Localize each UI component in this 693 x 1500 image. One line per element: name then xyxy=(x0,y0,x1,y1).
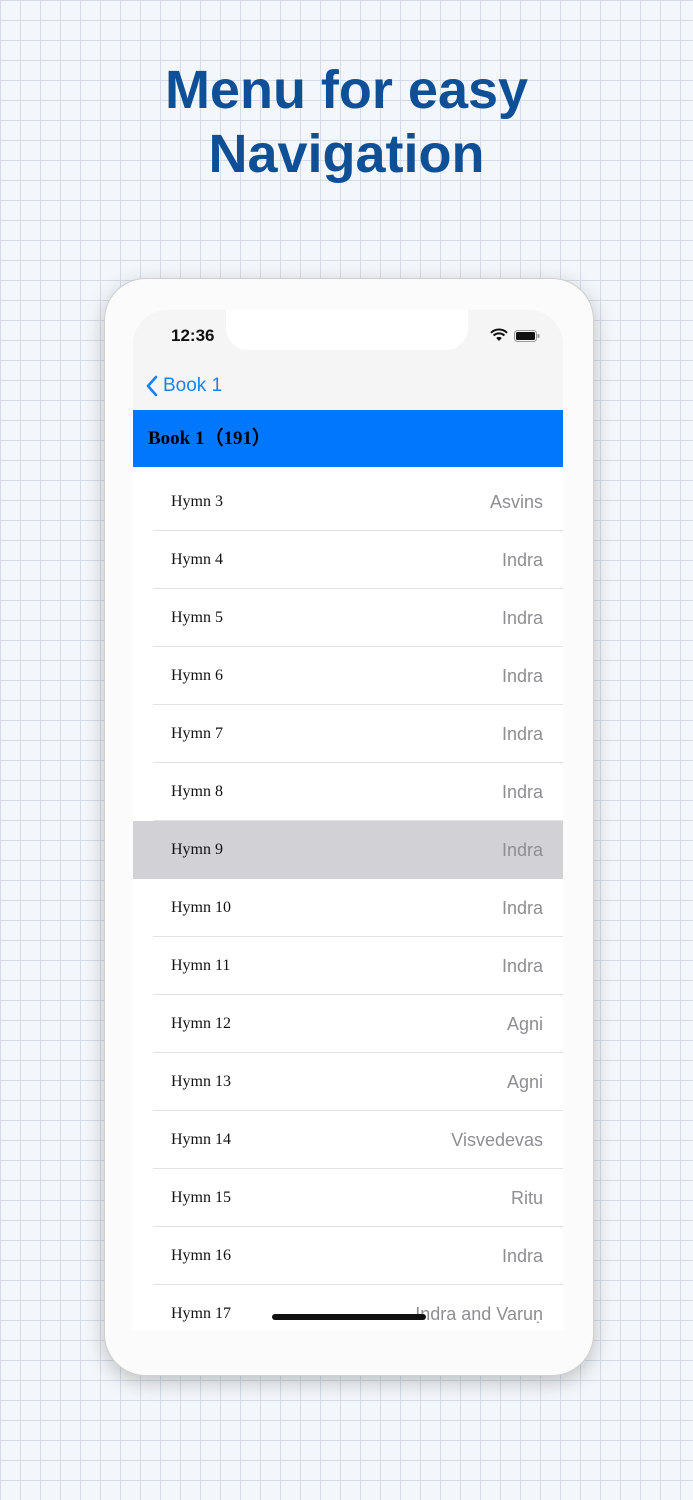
list-item-subtitle: Agni xyxy=(506,1072,543,1092)
list-item-title: Hymn 13 xyxy=(171,1073,231,1090)
list-item[interactable]: Hymn 13 Agni xyxy=(133,1053,563,1111)
list-item-subtitle: Indra xyxy=(501,724,543,744)
list-item-subtitle: Indra xyxy=(501,782,543,802)
back-button[interactable]: Book 1 xyxy=(145,373,222,399)
list-item-title: Hymn 3 xyxy=(171,493,223,510)
list-item-title: Hymn 17 xyxy=(171,1305,231,1322)
list-item[interactable]: Hymn 7 Indra xyxy=(133,705,563,763)
list-item-title: Hymn 15 xyxy=(171,1189,231,1206)
battery-icon xyxy=(514,329,540,342)
list-item-title: Hymn 11 xyxy=(171,957,231,974)
list-item[interactable]: Hymn 8 Indra xyxy=(133,763,563,821)
list-item-subtitle: Indra xyxy=(501,666,543,686)
list-item-subtitle: Indra xyxy=(501,608,543,628)
headline-line-1: Menu for easy xyxy=(164,60,529,120)
home-indicator[interactable] xyxy=(272,1314,426,1320)
hymn-list: Hymn 3 Asvins Hymn 4 Indra Hymn 5 Indra Hymn 6… xyxy=(133,473,563,1330)
list-item-subtitle: Agni xyxy=(506,1014,543,1034)
chevron-left-icon xyxy=(146,375,158,397)
list-item-subtitle: Indra and Varuṇ xyxy=(415,1304,543,1324)
list-item[interactable]: Hymn 16 Indra xyxy=(133,1227,563,1285)
headline-line-2: Navigation xyxy=(208,124,485,184)
list-item[interactable]: Hymn 14 Visvedevas xyxy=(133,1111,563,1169)
list-item[interactable]: Hymn 3 Asvins xyxy=(133,473,563,531)
list-item[interactable]: Hymn 17 Indra and Varuṇ xyxy=(133,1285,563,1330)
headline: Menu for easy Navigation xyxy=(0,58,693,186)
list-item-title: Hymn 16 xyxy=(171,1247,231,1264)
list-item[interactable]: Hymn 4 Indra xyxy=(133,531,563,589)
navigation-bar: Book 1 xyxy=(133,350,563,410)
list-item-subtitle: Asvins xyxy=(489,492,543,512)
list-item-subtitle: Ritu xyxy=(510,1188,543,1208)
list-item-title: Hymn 5 xyxy=(171,609,223,626)
notch xyxy=(226,310,468,350)
list-item[interactable]: Hymn 5 Indra xyxy=(133,589,563,647)
wifi-icon xyxy=(490,328,508,342)
list-item[interactable]: Hymn 12 Agni xyxy=(133,995,563,1053)
back-button-label: Book 1 xyxy=(163,375,223,396)
list-item-subtitle: Visvedevas xyxy=(451,1130,543,1150)
list-item-title: Hymn 8 xyxy=(171,783,223,800)
list-item-subtitle: Indra xyxy=(501,898,543,918)
list-item-title: Hymn 12 xyxy=(171,1015,231,1032)
list-item[interactable]: Hymn 11 Indra xyxy=(133,937,563,995)
list-item-title: Hymn 10 xyxy=(171,899,231,916)
list-item-title: Hymn 7 xyxy=(171,725,223,742)
list-item-subtitle: Indra xyxy=(501,550,543,570)
list-item-title: Hymn 4 xyxy=(171,551,223,568)
list-item-subtitle: Indra xyxy=(501,1246,543,1266)
signal-icon xyxy=(465,338,485,356)
status-time: 12:36 xyxy=(171,326,215,345)
list-item[interactable]: Hymn 10 Indra xyxy=(133,879,563,937)
list-item[interactable]: Hymn 6 Indra xyxy=(133,647,563,705)
list-item-subtitle: Indra xyxy=(501,956,543,976)
list-item[interactable]: Hymn 15 Ritu xyxy=(133,1169,563,1227)
list-item-title: Hymn 9 xyxy=(171,841,223,858)
list-item-subtitle: Indra xyxy=(501,840,543,860)
status-bar: 12:36 xyxy=(133,310,563,356)
section-header: Book 1（191） xyxy=(133,410,563,467)
list-item-title: Hymn 6 xyxy=(171,667,223,684)
list-item[interactable]: Hymn 9 Indra xyxy=(133,821,563,879)
list-item-title: Hymn 14 xyxy=(171,1131,231,1148)
phone-screen: 12:36 Book 1 Book 1（191） Hymn 3 Asvins H… xyxy=(133,310,563,1330)
